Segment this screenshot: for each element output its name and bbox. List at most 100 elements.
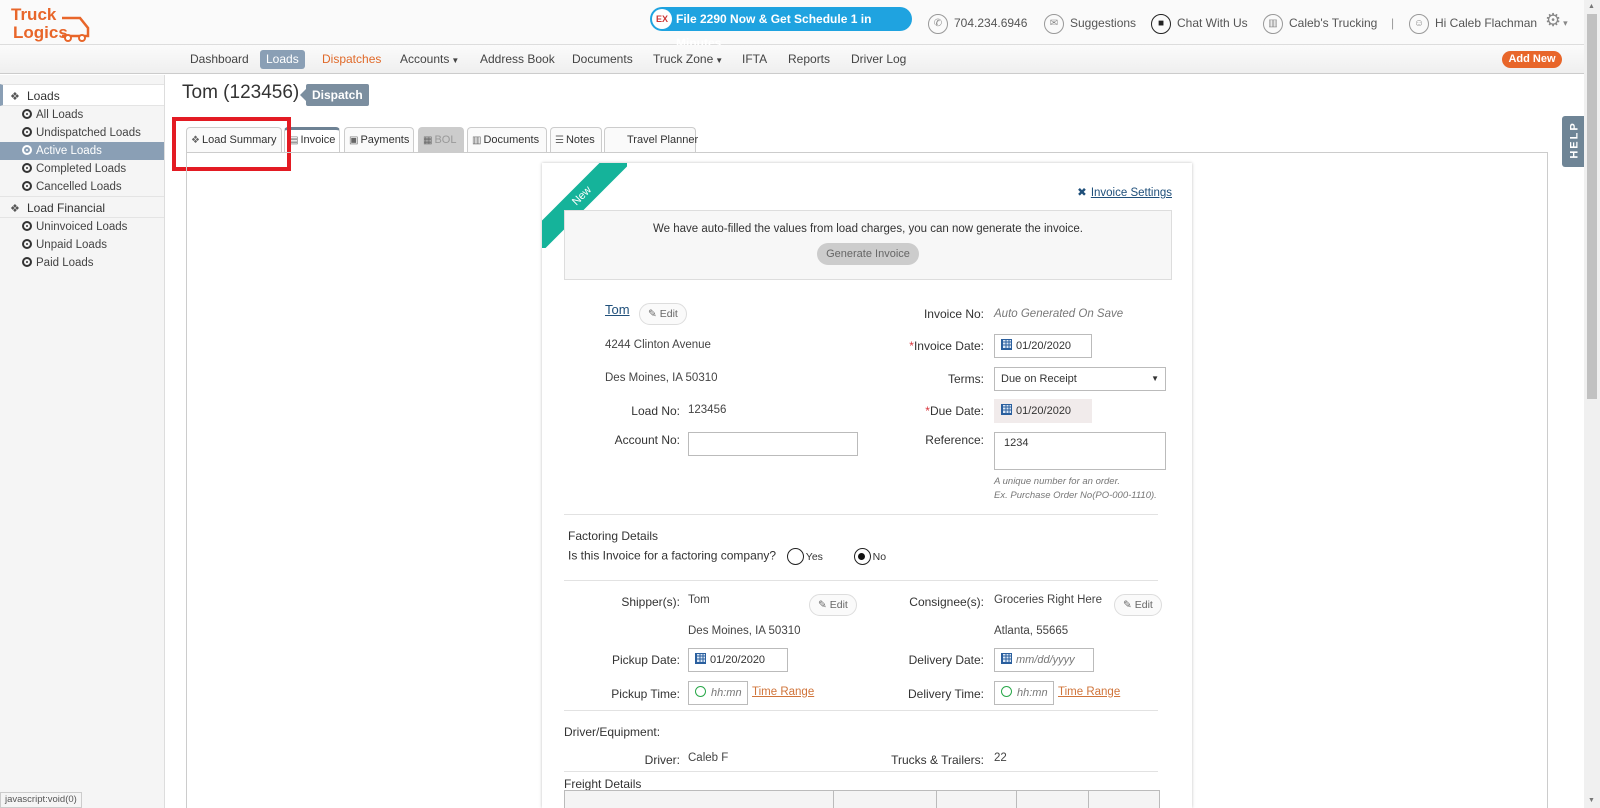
- circle-arrow-icon: [22, 239, 32, 249]
- radio-yes[interactable]: [786, 548, 804, 565]
- freight-col-header: [937, 791, 1017, 808]
- freight-details-title: Freight Details: [564, 777, 642, 791]
- terms-select[interactable]: Due on Receipt ▼: [994, 367, 1166, 391]
- phone-link[interactable]: ✆ 704.234.6946: [928, 12, 1027, 34]
- suggestions-link[interactable]: ✉ Suggestions: [1044, 12, 1136, 34]
- tools-icon: ✖: [1077, 187, 1087, 199]
- nav-dispatches[interactable]: Dispatches: [316, 50, 387, 69]
- tab-load-summary[interactable]: ❖ Load Summary: [186, 127, 282, 152]
- tab-label: Payments: [360, 134, 410, 146]
- edit-consignee-button[interactable]: ✎ Edit: [1114, 594, 1162, 616]
- sidebar-item-uninvoiced-loads[interactable]: Uninvoiced Loads: [0, 218, 164, 236]
- reference-input[interactable]: 1234: [994, 432, 1166, 470]
- sidebar-item-completed-loads[interactable]: Completed Loads: [0, 160, 164, 178]
- help-tab[interactable]: HELP: [1562, 116, 1586, 167]
- nav-ifta[interactable]: IFTA: [736, 50, 773, 69]
- nav-truck-zone[interactable]: Truck Zone ▼: [647, 50, 729, 69]
- delivery-time-input[interactable]: hh:mn: [994, 681, 1054, 705]
- nav-reports[interactable]: Reports: [782, 50, 836, 69]
- pickup-time-input[interactable]: hh:mn: [688, 681, 748, 705]
- money-icon: ▣: [349, 135, 359, 146]
- reference-label: Reference:: [925, 433, 984, 447]
- page-title: Tom (123456): [182, 82, 300, 103]
- tab-bol[interactable]: ▦ BOL: [418, 127, 464, 152]
- tab-payments[interactable]: ▣ Payments: [344, 127, 414, 152]
- divider: [564, 710, 1158, 711]
- sidebar-group-loads[interactable]: ❖ Loads: [0, 84, 164, 106]
- sidebar-item-undispatched-loads[interactable]: Undispatched Loads: [0, 124, 164, 142]
- caret-down-icon: ▼: [715, 56, 724, 65]
- nav-loads[interactable]: Loads: [260, 50, 305, 69]
- building-icon: ▥: [1263, 13, 1283, 34]
- generate-invoice-button[interactable]: Generate Invoice: [817, 243, 919, 265]
- user-icon: ☺: [1409, 13, 1429, 34]
- clock-icon: [695, 686, 706, 697]
- scroll-up-icon[interactable]: ▲: [1588, 3, 1595, 10]
- sidebar-item-paid-loads[interactable]: Paid Loads: [0, 254, 164, 272]
- vertical-scrollbar[interactable]: ▲ ▼: [1584, 0, 1600, 808]
- edit-customer-button[interactable]: ✎ Edit: [639, 303, 687, 325]
- scrollbar-thumb[interactable]: [1587, 14, 1597, 399]
- notes-icon: ☰: [555, 135, 564, 146]
- delivery-date-input[interactable]: mm/dd/yyyy: [994, 648, 1094, 672]
- reference-hint-1: A unique number for an order.: [994, 476, 1121, 487]
- 2290-icon: EX: [652, 9, 672, 29]
- tab-invoice[interactable]: ▤ Invoice: [284, 127, 340, 152]
- sidebar-group-label: Load Financial: [27, 201, 106, 215]
- tab-documents[interactable]: ▥ Documents: [467, 127, 547, 152]
- tab-travel-planner[interactable]: Travel Planner: [604, 127, 698, 152]
- invoice-date-input[interactable]: 01/20/2020: [994, 334, 1092, 358]
- pickup-date-value: 01/20/2020: [710, 654, 766, 666]
- account-no-input[interactable]: [688, 432, 858, 456]
- edit-shipper-button[interactable]: ✎ Edit: [809, 594, 857, 616]
- user-menu[interactable]: ☺ Hi Caleb Flachman: [1409, 12, 1537, 34]
- company-link[interactable]: ▥ Caleb's Trucking: [1263, 12, 1377, 34]
- factoring-yes-option[interactable]: Yes: [786, 548, 823, 565]
- sidebar-group-load-financial[interactable]: ❖ Load Financial: [0, 196, 164, 218]
- due-date-input[interactable]: 01/20/2020: [994, 399, 1092, 423]
- dispatch-badge[interactable]: Dispatch: [300, 84, 369, 106]
- scroll-down-icon[interactable]: ▼: [1588, 797, 1595, 804]
- sidebar-item-unpaid-loads[interactable]: Unpaid Loads: [0, 236, 164, 254]
- chat-link[interactable]: ■ Chat With Us: [1151, 12, 1248, 34]
- delivery-date-placeholder: mm/dd/yyyy: [1016, 654, 1075, 666]
- add-new-button[interactable]: Add New: [1502, 51, 1562, 68]
- delivery-time-range-link[interactable]: Time Range: [1058, 686, 1120, 698]
- consignee-address: Atlanta, 55665: [994, 625, 1069, 637]
- select-arrow-icon: ▼: [1151, 374, 1159, 383]
- sidebar-item-label: Cancelled Loads: [36, 181, 122, 193]
- settings-gear-icon[interactable]: ⚙ ▾: [1545, 10, 1568, 31]
- invoice-settings-link[interactable]: ✖ Invoice Settings: [1077, 185, 1172, 199]
- trucklogics-logo[interactable]: Truck Logics: [10, 4, 92, 42]
- help-label: HELP: [1568, 121, 1581, 159]
- customer-name-link[interactable]: Tom: [605, 302, 630, 317]
- pickup-time-label: Pickup Time:: [611, 687, 680, 701]
- nav-dashboard[interactable]: Dashboard: [184, 50, 255, 69]
- nav-accounts[interactable]: Accounts ▼: [394, 50, 465, 69]
- nav-address-book[interactable]: Address Book: [474, 50, 561, 69]
- pickup-time-range-link[interactable]: Time Range: [752, 686, 814, 698]
- radio-no[interactable]: [853, 548, 871, 565]
- terms-label: Terms:: [948, 372, 984, 386]
- driver-label: Driver:: [644, 753, 680, 767]
- nav-documents[interactable]: Documents: [566, 50, 639, 69]
- header-separator: |: [1391, 16, 1395, 30]
- factoring-no-option[interactable]: No: [853, 548, 886, 565]
- sidebar-item-cancelled-loads[interactable]: Cancelled Loads: [0, 178, 164, 196]
- sidebar-item-active-loads[interactable]: Active Loads: [0, 142, 164, 160]
- logo-line-2: Logics: [13, 23, 68, 42]
- terms-value: Due on Receipt: [1001, 373, 1077, 385]
- nav-accounts-label: Accounts: [400, 52, 450, 66]
- delivery-time-placeholder: hh:mn: [1017, 687, 1048, 699]
- freight-col-header: [834, 791, 937, 808]
- nav-driver-log[interactable]: Driver Log: [845, 50, 912, 69]
- divider: [564, 771, 1158, 772]
- calendar-icon: [1001, 339, 1012, 350]
- pickup-date-input[interactable]: 01/20/2020: [688, 648, 788, 672]
- sidebar-item-all-loads[interactable]: All Loads: [0, 106, 164, 124]
- phone-number: 704.234.6946: [954, 16, 1028, 30]
- package-icon: ❖: [10, 203, 20, 215]
- invoice-settings-label: Invoice Settings: [1090, 187, 1172, 199]
- file-2290-promo-button[interactable]: EX File 2290 Now & Get Schedule 1 in Min…: [650, 7, 912, 50]
- tab-notes[interactable]: ☰ Notes: [550, 127, 602, 152]
